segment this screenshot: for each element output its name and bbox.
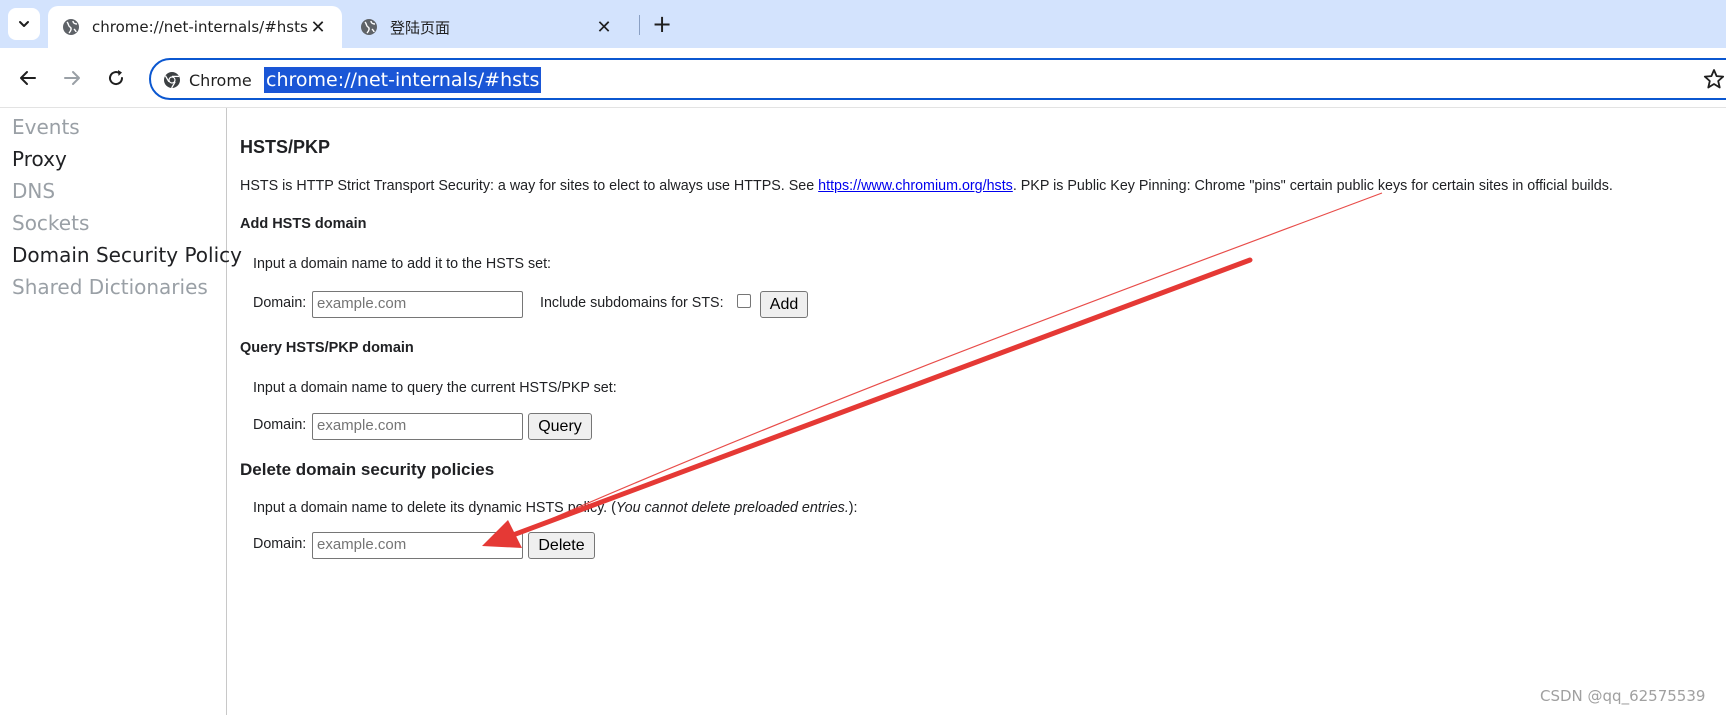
new-tab-button[interactable]: + xyxy=(648,10,676,38)
query-domain-label: Domain: xyxy=(253,417,307,433)
add-button[interactable]: Add xyxy=(760,291,808,318)
delete-button[interactable]: Delete xyxy=(528,532,595,559)
include-subdomains-label: Include subdomains for STS: xyxy=(540,295,724,311)
hsts-description: HSTS is HTTP Strict Transport Security: … xyxy=(240,178,1613,194)
query-heading: Query HSTS/PKP domain xyxy=(240,340,414,356)
close-tab-icon[interactable]: ✕ xyxy=(308,17,328,37)
bookmark-star-icon[interactable] xyxy=(1703,68,1725,90)
chrome-logo-icon xyxy=(164,72,180,89)
include-subdomains-checkbox[interactable] xyxy=(737,294,751,308)
address-bar[interactable]: Chrome chrome://net-internals/#hsts xyxy=(149,58,1726,100)
add-domain-label: Domain: xyxy=(253,295,307,311)
sidebar-item-shared-dictionaries[interactable]: Shared Dictionaries xyxy=(12,275,208,299)
query-domain-input[interactable]: example.com xyxy=(312,413,523,440)
sidebar: Events Proxy DNS Sockets Domain Security… xyxy=(0,108,242,715)
back-arrow-icon xyxy=(20,71,36,85)
tab-divider xyxy=(639,15,640,35)
add-hsts-instruction: Input a domain name to add it to the HST… xyxy=(253,256,552,272)
delete-instruction-text: Input a domain name to delete its dynami… xyxy=(253,500,616,516)
site-chip-label: Chrome xyxy=(189,70,252,90)
tab-login-page[interactable]: 登陆页面 ✕ xyxy=(346,6,628,48)
close-tab-icon[interactable]: ✕ xyxy=(594,17,614,37)
site-chip[interactable]: Chrome xyxy=(163,69,252,91)
query-button[interactable]: Query xyxy=(528,413,592,440)
sidebar-item-domain-security-policy[interactable]: Domain Security Policy xyxy=(12,243,242,267)
delete-instruction-text: ): xyxy=(848,500,858,516)
globe-icon xyxy=(62,18,80,36)
page-title: HSTS/PKP xyxy=(240,137,331,157)
delete-domain-input[interactable]: example.com xyxy=(312,532,523,559)
sidebar-item-dns[interactable]: DNS xyxy=(12,179,55,203)
watermark: CSDN @qq_62575539 xyxy=(1540,687,1706,705)
tab-net-internals[interactable]: chrome://net-internals/#hsts ✕ xyxy=(48,6,342,48)
toolbar: Chrome chrome://net-internals/#hsts xyxy=(0,48,1726,108)
query-instruction: Input a domain name to query the current… xyxy=(253,380,617,396)
description-text: . PKP is Public Key Pinning: Chrome "pin… xyxy=(1012,178,1613,194)
delete-instruction-note: You cannot delete preloaded entries. xyxy=(615,500,849,516)
add-domain-input[interactable]: example.com xyxy=(312,291,523,318)
tab-title: chrome://net-internals/#hsts xyxy=(92,18,308,36)
main-content: HSTS/PKP HSTS is HTTP Strict Transport S… xyxy=(228,108,1726,715)
reload-icon xyxy=(109,70,124,86)
tab-title: 登陆页面 xyxy=(390,18,451,37)
description-text: HSTS is HTTP Strict Transport Security: … xyxy=(240,178,819,194)
sidebar-item-sockets[interactable]: Sockets xyxy=(12,211,89,235)
reload-button[interactable] xyxy=(100,62,132,94)
forward-button[interactable] xyxy=(56,62,88,94)
delete-heading: Delete domain security policies xyxy=(240,460,495,479)
add-hsts-heading: Add HSTS domain xyxy=(240,216,367,232)
back-button[interactable] xyxy=(12,62,44,94)
sidebar-item-proxy[interactable]: Proxy xyxy=(12,147,67,171)
sidebar-item-events[interactable]: Events xyxy=(12,115,80,139)
globe-icon xyxy=(360,18,378,36)
tab-strip: chrome://net-internals/#hsts ✕ 登陆页面 ✕ + xyxy=(0,0,1726,48)
forward-arrow-icon xyxy=(64,71,80,85)
delete-domain-label: Domain: xyxy=(253,536,307,552)
tab-search-button[interactable] xyxy=(8,8,40,40)
url-text[interactable]: chrome://net-internals/#hsts xyxy=(264,67,542,93)
chevron-down-icon xyxy=(19,21,29,27)
chromium-hsts-link[interactable]: https://www.chromium.org/hsts xyxy=(818,178,1013,194)
delete-instruction: Input a domain name to delete its dynami… xyxy=(253,500,858,516)
